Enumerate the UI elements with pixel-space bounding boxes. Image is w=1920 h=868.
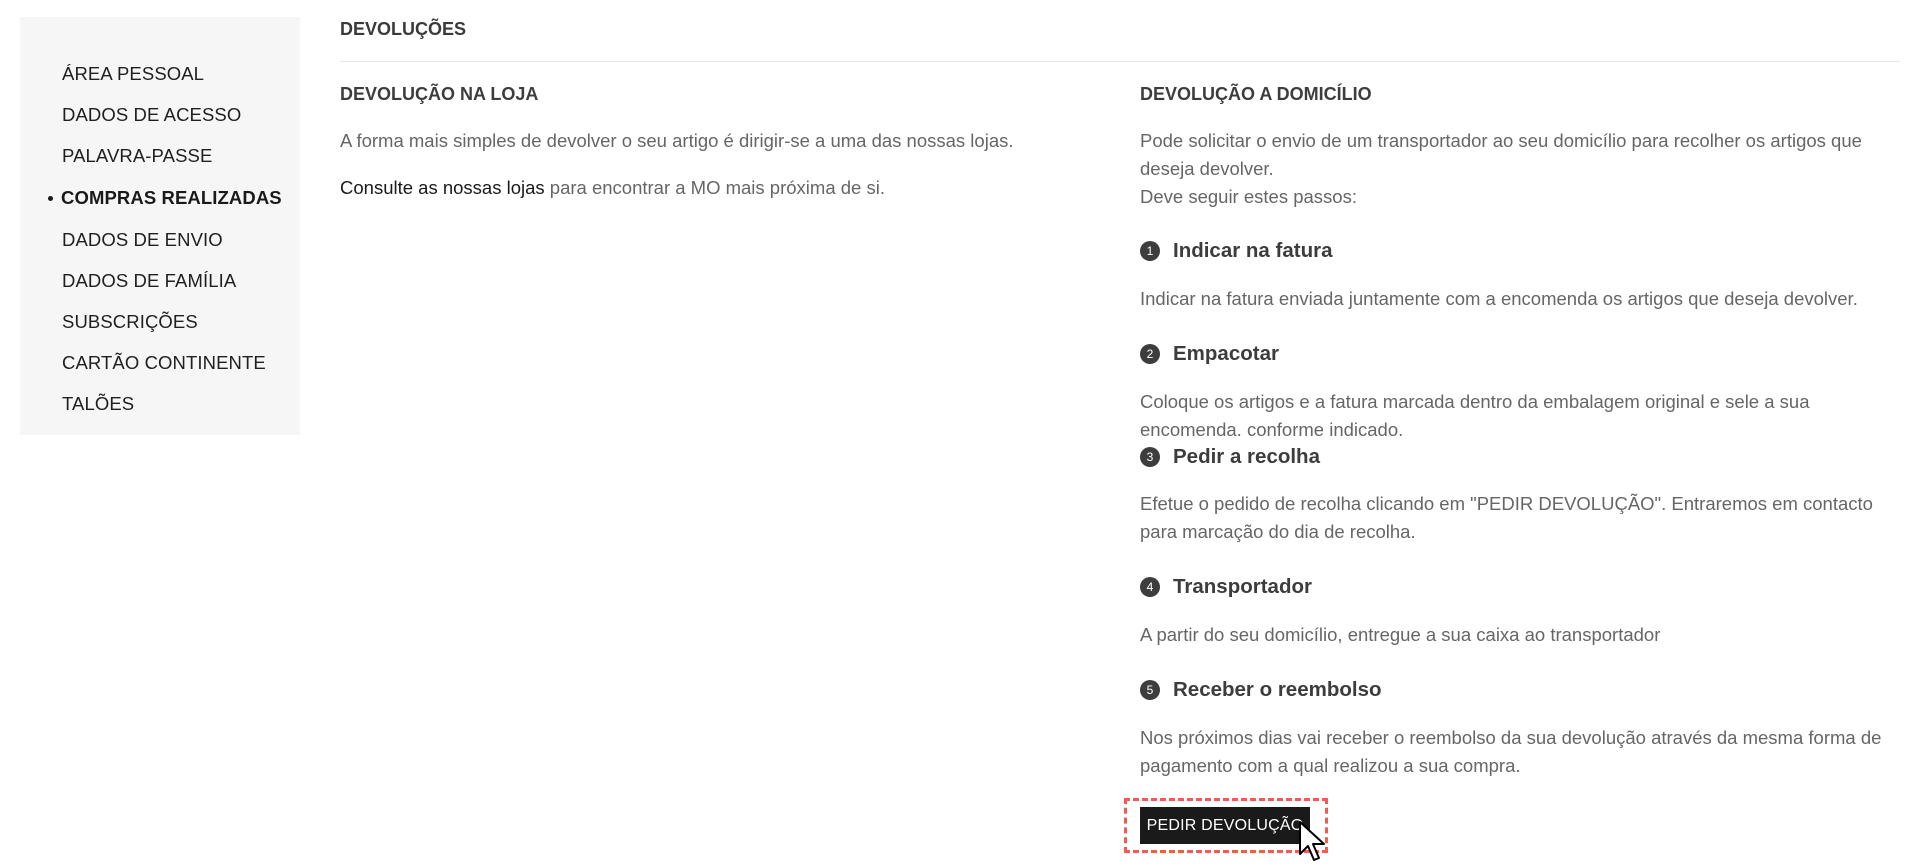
step-number-4-icon: 4 <box>1140 577 1160 597</box>
step-2-text: Coloque os artigos e a fatura marcada de… <box>1140 391 1810 436</box>
sidebar-item-subscricoes[interactable]: SUBSCRIÇÕES <box>62 311 198 333</box>
sidebar-item-area-pessoal[interactable]: ÁREA PESSOAL <box>62 63 204 85</box>
step-number-3-icon: 3 <box>1140 447 1160 467</box>
home-return-intro: Pode solicitar o envio de um transportad… <box>1140 130 1862 179</box>
request-return-button[interactable]: PEDIR DEVOLUÇÃO <box>1140 807 1310 844</box>
step-5-title: Receber o reembolso <box>1173 678 1382 701</box>
page-title: DEVOLUÇÕES <box>340 19 467 39</box>
sidebar-item-dados-de-acesso[interactable]: DADOS DE ACESSO <box>62 104 241 126</box>
store-return-text: A forma mais simples de devolver o seu a… <box>340 130 1014 151</box>
step-5-text: Nos próximos dias vai receber o reembols… <box>1140 727 1882 776</box>
mouse-pointer-icon <box>1299 821 1325 861</box>
step-1-text: Indicar na fatura enviada juntamente com… <box>1140 288 1858 309</box>
sidebar-item-cartao-continente[interactable]: CARTÃO CONTINENTE <box>62 352 266 374</box>
sidebar-item-taloes[interactable]: TALÕES <box>62 393 134 415</box>
store-return-link-paragraph: Consulte as nossas lojas para encontrar … <box>340 174 885 202</box>
active-bullet-icon <box>48 196 53 201</box>
step-3-text: Efetue o pedido de recolha clicando em "… <box>1140 493 1873 542</box>
consult-stores-link[interactable]: Consulte as nossas lojas <box>340 177 545 198</box>
home-return-title: DEVOLUÇÃO A DOMICÍLIO <box>1140 84 1372 104</box>
store-return-title: DEVOLUÇÃO NA LOJA <box>340 84 539 104</box>
store-return-link-suffix: para encontrar a MO mais próxima de si. <box>544 177 885 198</box>
sidebar-item-compras-realizadas[interactable]: COMPRAS REALIZADAS <box>48 187 282 209</box>
sidebar-item-dados-de-envio[interactable]: DADOS DE ENVIO <box>62 229 223 251</box>
title-divider <box>340 61 1900 62</box>
account-sidebar: ÁREA PESSOAL DADOS DE ACESSO PALAVRA-PAS… <box>20 17 300 435</box>
step-3-title: Pedir a recolha <box>1173 445 1320 468</box>
sidebar-item-label: COMPRAS REALIZADAS <box>61 187 282 208</box>
sidebar-item-palavra-passe[interactable]: PALAVRA-PASSE <box>62 145 212 167</box>
sidebar-item-dados-de-familia[interactable]: DADOS DE FAMÍLIA <box>62 270 236 292</box>
step-number-2-icon: 2 <box>1140 344 1160 364</box>
step-4-text: A partir do seu domicílio, entregue a su… <box>1140 624 1661 645</box>
step-number-5-icon: 5 <box>1140 680 1160 700</box>
home-return-intro-steps: Deve seguir estes passos: <box>1140 186 1357 207</box>
step-4-title: Transportador <box>1173 575 1312 598</box>
step-1-title: Indicar na fatura <box>1173 239 1333 262</box>
step-3-header: 3 Pedir a recolha <box>1140 443 1440 471</box>
step-number-1-icon: 1 <box>1140 241 1160 261</box>
step-2-title: Empacotar <box>1173 342 1279 365</box>
